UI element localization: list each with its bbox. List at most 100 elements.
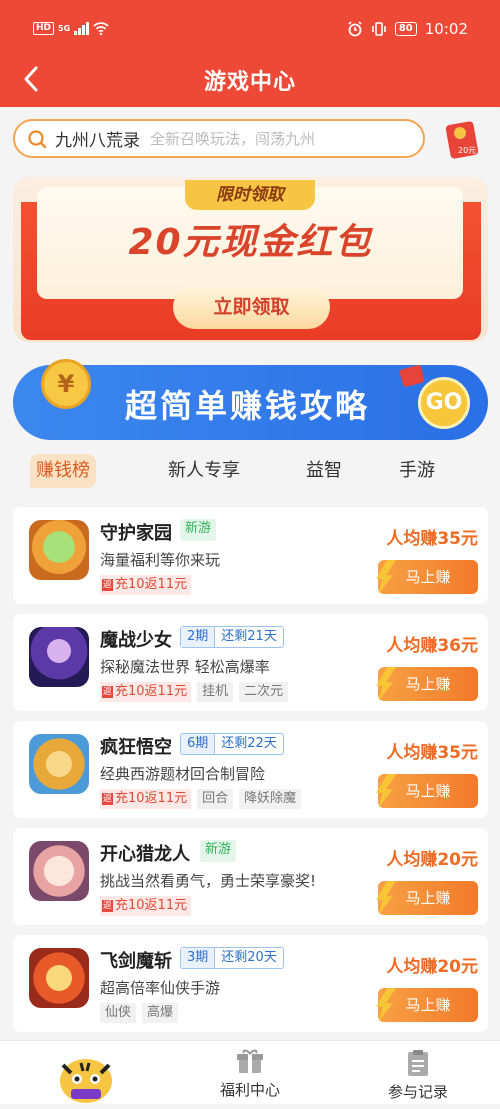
game-name: 魔战少女: [100, 630, 172, 651]
lightning-icon: [376, 774, 396, 808]
period-number: 2期: [181, 627, 216, 647]
search-bar[interactable]: 九州八荒录 全新召唤玩法，闯荡九州: [13, 119, 425, 158]
game-name: 飞剑魔斩: [100, 951, 172, 972]
main-content: 九州八荒录 全新召唤玩法，闯荡九州 20元 限时领取 20元现金红包 立即领取 …: [0, 107, 500, 1040]
game-name: 疯狂悟空: [100, 737, 172, 758]
genre-tag: 回合: [197, 789, 234, 809]
category-tabs: 赚钱榜 新人专享 益智 手游: [0, 454, 500, 494]
status-right: 80 10:02: [347, 20, 468, 38]
game-desc: 经典西游题材回合制冒险: [100, 765, 266, 783]
genre-tag: 高爆: [142, 1003, 179, 1023]
period-badge: 6期 还剩22天: [180, 733, 284, 755]
coin-icon: ¥: [41, 359, 91, 409]
nav-participation-records[interactable]: 参与记录: [373, 1049, 463, 1102]
game-tags: 返充10返11元: [100, 575, 192, 595]
game-desc: 挑战当然看勇气，勇士荣享豪奖!: [100, 872, 317, 890]
game-card[interactable]: 开心猎龙人 新游 挑战当然看勇气，勇士荣享豪奖! 返充10返11元 人均赚20元…: [13, 828, 488, 925]
banner-headline: 20元现金红包: [128, 222, 373, 263]
tab-puzzle[interactable]: 益智: [306, 454, 342, 488]
period-number: 3期: [181, 948, 216, 968]
alarm-icon: [348, 21, 362, 37]
search-icon: [28, 129, 47, 148]
game-icon-fengkuang: [29, 734, 89, 794]
genre-tag: 二次元: [239, 682, 289, 702]
gift-label: 20元: [458, 146, 476, 155]
game-name: 开心猎龙人: [100, 844, 190, 865]
recharge-tag: 返充10返11元: [100, 682, 192, 702]
signal-icon: [74, 22, 89, 35]
wifi-icon: [93, 22, 109, 35]
earn-now-button[interactable]: 马上赚: [376, 667, 478, 701]
clipboard-icon: [408, 1050, 428, 1076]
lightning-icon: [376, 881, 396, 915]
earn-now-button[interactable]: 马上赚: [376, 988, 478, 1022]
days-remaining: 还剩20天: [221, 950, 277, 965]
lightning-icon: [376, 560, 396, 594]
earn-now-button[interactable]: 马上赚: [376, 560, 478, 594]
recharge-tag: 返充10返11元: [100, 789, 192, 809]
game-desc: 海量福利等你来玩: [100, 551, 221, 569]
nav-welfare-center[interactable]: 福利中心: [205, 1049, 295, 1100]
search-placeholder: 全新召唤玩法，闯荡九州: [150, 130, 316, 148]
days-remaining: 还剩21天: [221, 629, 277, 644]
search-query[interactable]: 九州八荒录: [55, 126, 140, 151]
earn-now-button[interactable]: 马上赚: [376, 881, 478, 915]
recharge-tag-label: 充10返11元: [115, 577, 188, 592]
game-icon-shouhu: [29, 520, 89, 580]
app-header: HD 5G 80 10:02 游戏中心: [0, 0, 500, 107]
red-packet-gift-icon[interactable]: 20元: [440, 117, 482, 161]
tab-earning-rank[interactable]: 赚钱榜: [30, 454, 96, 488]
game-card[interactable]: 魔战少女 2期 还剩21天 探秘魔法世界 轻松高爆率 返充10返11元 挂机 二次…: [13, 614, 488, 711]
signal-type: 5G: [58, 24, 71, 33]
earn-now-label: 马上赚: [405, 782, 451, 800]
recharge-tag: 返充10返11元: [100, 896, 192, 916]
nav-records-label: 参与记录: [387, 1083, 448, 1101]
earn-now-label: 马上赚: [405, 675, 451, 693]
period-number: 6期: [181, 734, 216, 754]
earn-now-label: 马上赚: [405, 996, 451, 1014]
earn-now-label: 马上赚: [405, 568, 451, 586]
earning-guide-banner[interactable]: ¥ 超简单赚钱攻略 GO: [13, 359, 488, 440]
refund-icon: 返: [102, 579, 114, 591]
refund-icon: 返: [102, 793, 114, 805]
days-remaining: 还剩22天: [221, 736, 277, 751]
hd-icon: HD: [33, 22, 55, 35]
avg-earn: 人均赚36元: [386, 636, 478, 656]
recharge-tag: 返充10返11元: [100, 575, 192, 595]
page-title: 游戏中心: [203, 70, 296, 95]
game-tags: 返充10返11元 回合 降妖除魔: [100, 789, 302, 809]
go-button[interactable]: GO: [418, 377, 470, 429]
refund-icon: 返: [102, 686, 114, 698]
battery-icon: 80: [394, 22, 417, 36]
refund-icon: 返: [102, 900, 114, 912]
recharge-tag-label: 充10返11元: [115, 684, 188, 699]
avg-earn: 人均赚35元: [386, 743, 478, 763]
recharge-tag-label: 充10返11元: [115, 898, 188, 913]
game-tags: 返充10返11元 挂机 二次元: [100, 682, 289, 702]
game-desc: 探秘魔法世界 轻松高爆率: [100, 658, 270, 676]
tiger-mascot-icon[interactable]: [57, 1051, 115, 1105]
game-card[interactable]: 疯狂悟空 6期 还剩22天 经典西游题材回合制冒险 返充10返11元 回合 降妖除…: [13, 721, 488, 818]
bottom-nav: 福利中心 参与记录: [0, 1040, 500, 1104]
game-card[interactable]: 守护家园 新游 海量福利等你来玩 返充10返11元 人均赚35元 马上赚: [13, 507, 488, 604]
nav-welfare-label: 福利中心: [219, 1081, 280, 1099]
game-tags: 返充10返11元: [100, 896, 192, 916]
game-card[interactable]: 飞剑魔斩 3期 还剩20天 超高倍率仙侠手游 仙侠 高爆 人均赚20元 马上赚: [13, 935, 488, 1032]
avg-earn: 人均赚20元: [386, 957, 478, 977]
guide-title: 超简单赚钱攻略: [125, 387, 371, 425]
game-icon-feijian: [29, 948, 89, 1008]
banner-tag: 限时领取: [185, 180, 315, 210]
tab-newcomer[interactable]: 新人专享: [168, 454, 240, 488]
cash-red-packet-banner[interactable]: 限时领取 20元现金红包 立即领取: [13, 177, 488, 342]
lightning-icon: [376, 667, 396, 701]
new-game-badge: 新游: [200, 840, 237, 862]
genre-tag: 降妖除魔: [239, 789, 302, 809]
tab-mobile-games[interactable]: 手游: [399, 454, 435, 488]
vibrate-icon: [372, 22, 386, 36]
game-name: 守护家园: [100, 523, 172, 544]
earn-now-button[interactable]: 马上赚: [376, 774, 478, 808]
game-tags: 仙侠 高爆: [100, 1003, 179, 1023]
claim-now-button[interactable]: 立即领取: [173, 285, 330, 329]
recharge-tag-label: 充10返11元: [115, 791, 188, 806]
gift-box-icon: [237, 1049, 263, 1073]
